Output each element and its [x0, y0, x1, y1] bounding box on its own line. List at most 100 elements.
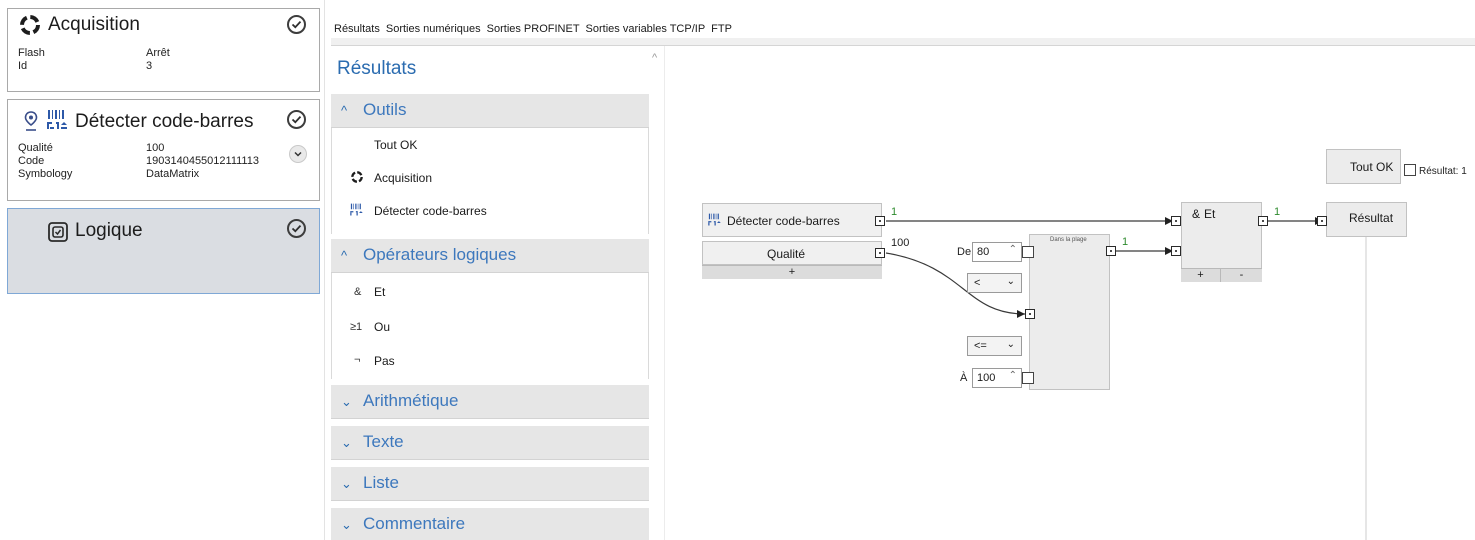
node-result[interactable]: Résultat [1326, 202, 1407, 237]
selected-option: < [974, 277, 981, 289]
prop-value-id: 3 [146, 60, 153, 72]
port-output[interactable] [1106, 246, 1116, 256]
prop-value-flash: Arrêt [146, 47, 170, 59]
tool-barcode[interactable]: Détecter code-barres [374, 204, 487, 218]
step-list: Acquisition Flash Arrêt Id 3 Détecter co… [0, 0, 325, 540]
from-value-input[interactable]: 80 ⌃ [972, 242, 1022, 262]
acquisition-ring-icon [18, 13, 42, 42]
section-label: Opérateurs logiques [363, 245, 517, 264]
barcode-icon [45, 109, 69, 138]
acquisition-ring-icon [350, 170, 364, 189]
step-card-acquisition[interactable]: Acquisition Flash Arrêt Id 3 [7, 8, 320, 92]
wire-value: 1 [891, 206, 898, 218]
logic-canvas[interactable]: Détecter code-barres Qualité + 1 100 Dan… [664, 46, 1475, 540]
tab-ftp[interactable]: FTP [708, 23, 735, 35]
section-header-tools[interactable]: ^ Outils [331, 94, 649, 128]
port-input[interactable] [1317, 216, 1327, 226]
status-ok-icon [287, 219, 306, 238]
to-port[interactable] [1022, 372, 1034, 384]
status-ok-icon [287, 15, 306, 34]
to-value: 100 [977, 372, 996, 384]
barcode-icon [707, 213, 722, 233]
section-body-logic-operators: & Et ≥1 Ou ¬ Pas [331, 273, 649, 379]
tool-tout-ok[interactable]: Tout OK [374, 138, 417, 152]
section-label: Liste [363, 473, 399, 492]
node-barcode[interactable]: Détecter code-barres [702, 203, 882, 237]
step-card-barcode[interactable]: Détecter code-barres Qualité 100 Code 19… [7, 99, 320, 201]
selected-option: <= [974, 340, 987, 352]
node-in-range[interactable]: Dans la plage [1029, 234, 1110, 390]
chevron-down-icon: ⌄ [341, 435, 352, 450]
section-body-tools: Tout OK Acquisition Détecter code-barres [331, 128, 649, 234]
result-readout: Résultat: 1 [1419, 166, 1467, 177]
high-operator-select[interactable]: <= ⌄ [967, 336, 1022, 356]
tab-profinet-outputs[interactable]: Sorties PROFINET [484, 23, 583, 35]
add-output-button[interactable]: + [702, 265, 882, 279]
tab-digital-outputs[interactable]: Sorties numériques [383, 23, 484, 35]
add-input-button[interactable]: + [1181, 268, 1221, 282]
operator-and-symbol: & [354, 286, 362, 298]
section-header-comment[interactable]: ⌄ Commentaire [331, 508, 649, 540]
chevron-down-icon: ⌄ [341, 394, 352, 409]
prop-key-id: Id [18, 60, 28, 72]
node-title: Détecter code-barres [727, 214, 840, 228]
from-value: 80 [977, 246, 990, 258]
prop-value-symbology: DataMatrix [146, 168, 200, 180]
low-operator-select[interactable]: < ⌄ [967, 273, 1022, 293]
operator-or-symbol: ≥1 [350, 321, 363, 333]
spinner-icon[interactable]: ⌃ [1009, 244, 1017, 255]
step-title-logic: Logique [75, 220, 143, 241]
step-title-acquisition: Acquisition [48, 14, 140, 35]
tab-results[interactable]: Résultats [331, 23, 383, 35]
operator-not-symbol: ¬ [354, 354, 361, 366]
location-pin-icon [24, 111, 38, 138]
chevron-up-icon: ^ [341, 103, 348, 118]
section-header-arithmetic[interactable]: ⌄ Arithmétique [331, 385, 649, 419]
status-ok-icon [287, 110, 306, 129]
prop-value-code: 1903140455012111113 [146, 155, 259, 167]
prop-key-quality: Qualité [18, 142, 53, 154]
chevron-down-icon: ⌄ [341, 476, 352, 491]
tab-tcpip-variables[interactable]: Sorties variables TCP/IP [583, 23, 709, 35]
prop-key-flash: Flash [18, 47, 45, 59]
wire-value: 1 [1122, 236, 1129, 248]
section-label: Outils [363, 100, 407, 119]
port-input[interactable] [1171, 216, 1181, 226]
node-title: Dans la plage [1050, 237, 1087, 243]
section-header-text[interactable]: ⌄ Texte [331, 426, 649, 460]
port-output[interactable] [875, 248, 885, 258]
port-input[interactable] [1025, 309, 1035, 319]
chevron-down-icon: ⌄ [1006, 276, 1015, 287]
port-output[interactable] [875, 216, 885, 226]
node-barcode-output-quality: Qualité [702, 241, 882, 265]
wire-value: 100 [891, 237, 910, 249]
remove-input-button[interactable]: - [1221, 268, 1262, 282]
to-value-input[interactable]: 100 ⌃ [972, 368, 1022, 388]
scroll-up-arrow[interactable]: ^ [652, 52, 657, 64]
tout-ok-port[interactable] [1404, 164, 1416, 176]
tool-operator-or[interactable]: Ou [374, 320, 390, 334]
wire-value: 1 [1274, 206, 1281, 218]
tool-acquisition[interactable]: Acquisition [374, 171, 432, 185]
port-output[interactable] [1258, 216, 1268, 226]
node-tout-ok[interactable]: Tout OK [1326, 149, 1401, 184]
and-symbol: & [1192, 207, 1201, 221]
section-label: Commentaire [363, 514, 466, 533]
toolbox-title: Résultats [337, 58, 417, 79]
prop-key-code: Code [18, 155, 45, 167]
tool-operator-not[interactable]: Pas [374, 354, 395, 368]
barcode-icon [349, 203, 364, 223]
expand-details-button[interactable] [289, 145, 307, 163]
section-label: Arithmétique [363, 391, 459, 410]
chevron-down-icon: ⌄ [341, 517, 352, 532]
step-card-logic[interactable]: Logique [7, 208, 320, 294]
tab-strip [331, 38, 1475, 46]
tool-operator-and[interactable]: Et [374, 285, 385, 299]
from-port[interactable] [1022, 246, 1034, 258]
section-header-logic-operators[interactable]: ^ Opérateurs logiques [331, 239, 649, 273]
section-header-list[interactable]: ⌄ Liste [331, 467, 649, 501]
spinner-icon[interactable]: ⌃ [1009, 370, 1017, 381]
node-title: Résultat [1349, 211, 1394, 225]
prop-key-symbology: Symbology [18, 168, 73, 180]
port-input[interactable] [1171, 246, 1181, 256]
